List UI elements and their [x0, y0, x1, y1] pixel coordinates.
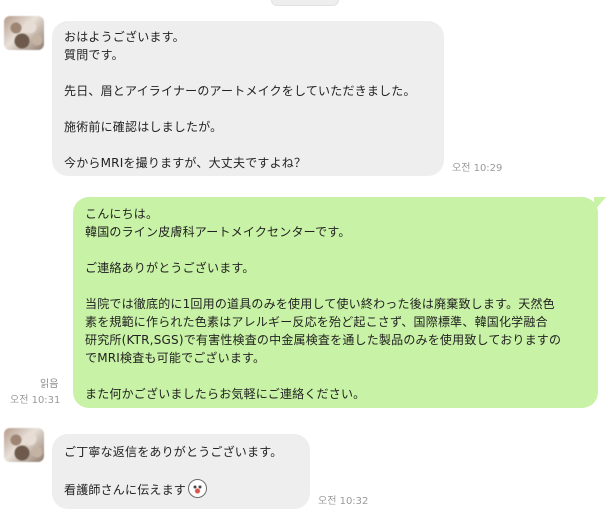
- message-line: 素を規範に作られた色素はアレルギー反応を殆ど起こさず、国際標準、韓国化学融合: [85, 315, 548, 329]
- incoming-message-bubble[interactable]: ご丁寧な返信をありがとうございます。 看護師さんに伝えます: [52, 434, 310, 509]
- previous-message-edge: [271, 0, 339, 6]
- message-line: ご丁寧な返信をありがとうございます。: [64, 445, 283, 459]
- message-line: 韓国のライン皮膚科アートメイクセンターです。: [85, 225, 351, 239]
- outgoing-message-bubble[interactable]: こんにちは。 韓国のライン皮膚科アートメイクセンターです。 ご連絡ありがとうござ…: [73, 197, 606, 408]
- message-timestamp: 오전 10:32: [318, 496, 369, 507]
- message-line: 先日、眉とアイライナーのアートメイクをしていただきました。: [64, 84, 416, 98]
- message-line: 質問です。: [64, 48, 124, 62]
- message-timestamp: 오전 10:31: [10, 395, 61, 406]
- chat-screen: おはようございます。 質問です。 先日、眉とアイライナーのアートメイクをしていた…: [0, 0, 607, 532]
- avatar[interactable]: [4, 16, 44, 50]
- message-line-with-sticker: 看護師さんに伝えます: [64, 479, 298, 499]
- message-text: 看護師さんに伝えます: [64, 483, 187, 497]
- read-receipt: 읽음: [40, 379, 59, 390]
- avatar[interactable]: [4, 428, 44, 462]
- message-line: ご連絡ありがとうございます。: [85, 261, 255, 275]
- message-line: 研究所(KTR,SGS)で有害性検査の中金属検査を通した製品のみを使用致しており…: [85, 333, 562, 347]
- message-line: 当院では徹底的に1回用の道具のみを使用して使い終わった後は廃棄致します。天然色: [85, 297, 555, 311]
- message-line: こんにちは。: [85, 207, 159, 221]
- message-line: 施術前に確認はしましたが。: [64, 120, 223, 134]
- smiling-face-sticker-icon: [188, 479, 208, 498]
- message-line: また何かございましたらお気軽にご連絡ください。: [85, 387, 366, 401]
- message-line: 今からMRIを撮りますが、大丈夫ですよね？: [64, 156, 307, 170]
- message-timestamp: 오전 10:29: [452, 163, 503, 174]
- incoming-message-bubble[interactable]: おはようございます。 質問です。 先日、眉とアイライナーのアートメイクをしていた…: [52, 21, 444, 176]
- message-line: でMRI検査も可能でございます。: [85, 351, 266, 365]
- message-line: おはようございます。: [64, 30, 185, 44]
